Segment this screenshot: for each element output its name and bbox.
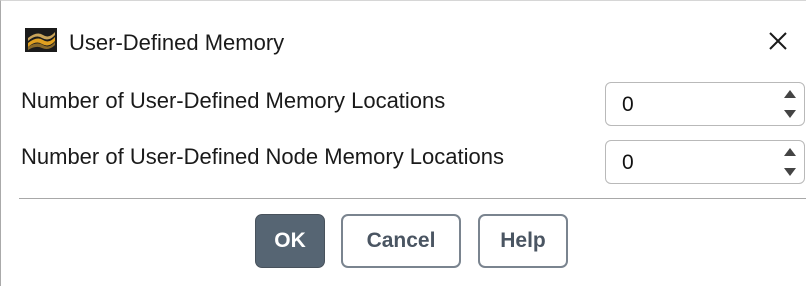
close-button[interactable] xyxy=(758,21,798,61)
decrement-arrow-icon[interactable] xyxy=(778,104,802,125)
separator xyxy=(19,198,806,199)
user-defined-memory-dialog: User-Defined Memory Number of User-Defin… xyxy=(0,0,806,286)
node-memory-locations-spinner[interactable] xyxy=(605,140,805,184)
close-icon xyxy=(769,32,787,50)
help-button[interactable]: Help xyxy=(478,214,568,268)
title-bar: User-Defined Memory xyxy=(1,1,806,69)
spinner-arrows xyxy=(778,83,802,125)
ok-button[interactable]: OK xyxy=(255,214,325,268)
memory-locations-spinner[interactable] xyxy=(605,82,805,126)
spinner-arrows xyxy=(778,141,802,183)
memory-locations-label: Number of User-Defined Memory Locations xyxy=(21,88,446,113)
cancel-button[interactable]: Cancel xyxy=(341,214,461,268)
node-memory-locations-label: Number of User-Defined Node Memory Locat… xyxy=(21,144,504,169)
memory-locations-input[interactable] xyxy=(616,90,778,120)
increment-arrow-icon[interactable] xyxy=(778,83,802,104)
fluent-logo-icon xyxy=(25,28,57,52)
dialog-title: User-Defined Memory xyxy=(69,30,285,55)
node-memory-locations-input[interactable] xyxy=(616,148,778,178)
decrement-arrow-icon[interactable] xyxy=(778,162,802,183)
increment-arrow-icon[interactable] xyxy=(778,141,802,162)
